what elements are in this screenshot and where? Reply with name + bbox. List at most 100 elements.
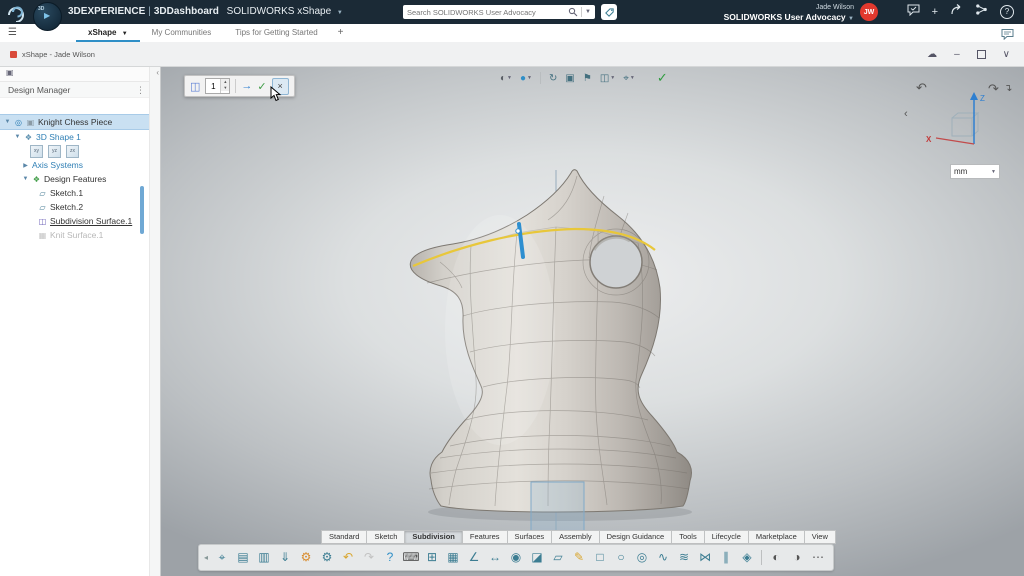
3ds-logo-icon[interactable] xyxy=(6,2,26,27)
mirror-icon[interactable]: ∥ xyxy=(716,546,736,569)
sphere-primitive-icon[interactable]: ○ xyxy=(611,546,631,569)
plane-zx-icon[interactable]: zx xyxy=(66,144,79,158)
search-icon[interactable] xyxy=(568,7,578,17)
user-menu-chevron-icon[interactable]: ▼ xyxy=(848,16,854,22)
collapse-window-icon[interactable]: ∨ xyxy=(1003,49,1010,60)
settings-gear-icon[interactable]: ⚙ xyxy=(296,546,316,569)
ribbon-tab-view[interactable]: View xyxy=(803,530,836,544)
tree-row-subdivision-surface[interactable]: ◫ Subdivision Surface.1 xyxy=(0,214,149,228)
loft-icon[interactable]: ≋ xyxy=(674,546,694,569)
plane-yz-icon[interactable]: yz xyxy=(48,144,61,158)
avatar[interactable]: JW xyxy=(860,3,878,21)
toolbar-collapse-icon[interactable]: ◂ xyxy=(204,553,208,562)
panel-scrollbar[interactable]: ‹ xyxy=(149,66,160,576)
render-style-button[interactable]: ◐ ▼ xyxy=(500,73,512,84)
view-options-icon[interactable]: ↴ xyxy=(1004,83,1012,94)
measure-icon[interactable]: ↔ xyxy=(485,546,505,569)
display-mode-icon[interactable]: ◐ xyxy=(766,546,786,569)
tree-row-sketch1[interactable]: ▱ Sketch.1 xyxy=(0,186,149,200)
ribbon-tab-sketch[interactable]: Sketch xyxy=(366,530,406,544)
snapshot-button[interactable]: ▣ xyxy=(565,73,574,84)
panel-collapse-icon[interactable]: ‹ xyxy=(156,68,159,77)
grid-icon[interactable]: ▦ xyxy=(443,546,463,569)
save-icon[interactable]: ▥ xyxy=(254,546,274,569)
validate-check-icon[interactable]: ✓ xyxy=(657,70,668,86)
curve-icon[interactable]: ∿ xyxy=(653,546,673,569)
flag-button[interactable]: ⚑ xyxy=(583,73,592,84)
snap-button[interactable]: ⌖ ▼ xyxy=(623,73,635,84)
next-view-icon[interactable]: ↷ xyxy=(988,81,999,97)
ribbon-tab-features[interactable]: Features xyxy=(461,530,508,544)
stepper-down-icon[interactable]: ▼ xyxy=(221,85,230,91)
refresh-view-button[interactable]: ↻ xyxy=(549,73,557,84)
ribbon-tab-lifecycle[interactable]: Lifecycle xyxy=(703,530,749,544)
help-icon[interactable]: ? xyxy=(380,546,400,569)
compass-icon[interactable]: 3D ▶ xyxy=(33,2,62,31)
ribbon-tab-standard[interactable]: Standard xyxy=(321,530,368,544)
tag-button[interactable] xyxy=(601,4,617,20)
sketch-pencil-icon[interactable]: ✎ xyxy=(569,546,589,569)
ribbon-tab-surfaces[interactable]: Surfaces xyxy=(506,530,553,544)
box-primitive-icon[interactable]: □ xyxy=(590,546,610,569)
tree-row-disabled-feature[interactable]: ▦ Knit Surface.1 xyxy=(0,228,149,242)
ribbon-tab-subdivision[interactable]: Subdivision xyxy=(404,530,463,544)
tree-row-design-features[interactable]: ▼ ❖ Design Features xyxy=(0,172,149,186)
base-plane-widget[interactable] xyxy=(530,481,585,536)
cloud-sync-icon[interactable]: ☁ xyxy=(927,49,937,60)
import-icon[interactable]: ⇓ xyxy=(275,546,295,569)
panel-menu-icon[interactable]: ⋮ xyxy=(136,82,145,98)
plane-xy-icon[interactable]: xy xyxy=(30,144,43,158)
chevron-expanded-icon[interactable]: ▼ xyxy=(14,134,21,140)
plane-icon[interactable]: ▱ xyxy=(548,546,568,569)
redo-icon[interactable]: ↷ xyxy=(359,546,379,569)
selected-edge-loop[interactable] xyxy=(412,227,656,268)
ribbon-tab-assembly[interactable]: Assembly xyxy=(551,530,600,544)
tree-row-axis-systems[interactable]: ▶ Axis Systems xyxy=(0,158,149,172)
automation-gear-icon[interactable]: ⚙ xyxy=(317,546,337,569)
maximize-icon[interactable] xyxy=(976,49,986,59)
brand-dashboard[interactable]: 3DDashboard xyxy=(154,6,219,17)
keyboard-icon[interactable]: ⌨ xyxy=(401,546,421,569)
feedback-icon[interactable] xyxy=(907,3,920,21)
subdivision-level-input[interactable] xyxy=(206,79,221,93)
ribbon-tab-tools[interactable]: Tools xyxy=(671,530,705,544)
cylinder-primitive-icon[interactable]: ◎ xyxy=(632,546,652,569)
knight-body[interactable] xyxy=(409,169,692,513)
section-icon[interactable]: ◪ xyxy=(527,546,547,569)
brand-app-name[interactable]: SOLIDWORKS xShape xyxy=(227,6,331,17)
thicken-icon[interactable]: ◈ xyxy=(737,546,757,569)
visibility-eye-icon[interactable]: ◉ xyxy=(506,546,526,569)
accept-icon[interactable]: ✓ xyxy=(257,80,266,93)
previous-view-icon[interactable]: ↶ xyxy=(916,80,927,96)
symmetry-icon[interactable]: ⋈ xyxy=(695,546,715,569)
orientation-triad[interactable]: Z X xyxy=(924,88,1000,154)
chevron-expanded-icon[interactable]: ▼ xyxy=(4,119,11,125)
network-share-icon[interactable] xyxy=(975,3,988,21)
continue-icon[interactable]: → xyxy=(241,80,252,92)
add-icon[interactable]: + xyxy=(932,4,938,20)
add-tab-button[interactable]: + xyxy=(330,24,352,42)
tab-chevron-icon[interactable]: ▼ xyxy=(122,31,128,37)
tree-row-shape[interactable]: ▼ ❖ 3D Shape 1 xyxy=(0,130,149,144)
chevron-down-icon[interactable]: ▼ xyxy=(337,10,343,16)
3d-viewport[interactable]: ◫ ▲ ▼ → ✓ × ◐▼ ●▼ ↻ xyxy=(160,66,1024,576)
control-point[interactable] xyxy=(515,228,521,234)
material-button[interactable]: ● ▼ xyxy=(520,73,532,84)
collapse-right-panel-icon[interactable]: ‹ xyxy=(904,108,908,120)
search-scope-chevron-icon[interactable]: ▼ xyxy=(585,9,591,15)
help-icon[interactable]: ? xyxy=(1000,5,1014,19)
axes-icon[interactable]: ∠ xyxy=(464,546,484,569)
user-info[interactable]: Jade Wilson SOLIDWORKS User Advocacy ▼ xyxy=(724,3,854,24)
control-handle[interactable] xyxy=(517,222,525,259)
display-states-button[interactable]: ◫ ▼ xyxy=(600,73,615,84)
tab-tips-for-getting-started[interactable]: Tips for Getting Started xyxy=(223,24,329,42)
ambient-occlusion-icon[interactable]: ◑ xyxy=(787,546,807,569)
tree-scrollbar-thumb[interactable] xyxy=(140,186,144,234)
chevron-expanded-icon[interactable]: ▼ xyxy=(22,176,29,182)
ribbon-tab-design-guidance[interactable]: Design Guidance xyxy=(598,530,673,544)
minimize-icon[interactable]: – xyxy=(954,49,960,60)
open-icon[interactable]: ▤ xyxy=(233,546,253,569)
tab-xshape[interactable]: xShape ▼ xyxy=(76,24,140,42)
share-icon[interactable] xyxy=(950,3,963,21)
search-input[interactable] xyxy=(403,7,569,17)
